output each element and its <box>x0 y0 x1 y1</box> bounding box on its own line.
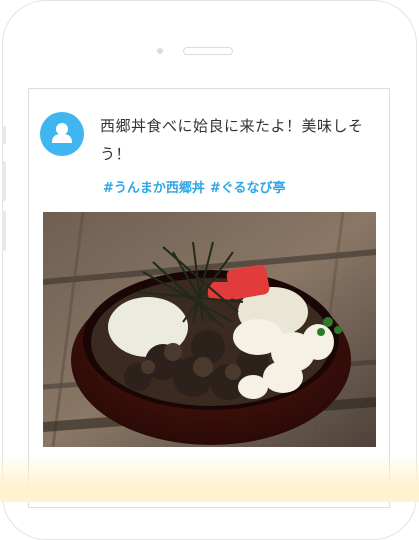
hashtag-link[interactable]: #ぐるなび亭 <box>210 181 286 196</box>
post-photo[interactable] <box>43 212 376 447</box>
hashtags: #うんまか西郷丼 #ぐるなび亭 <box>103 177 286 196</box>
bottom-fade <box>0 454 419 502</box>
user-avatar-icon[interactable] <box>40 112 84 156</box>
volume-up-button <box>2 161 6 201</box>
hashtag-link[interactable]: #うんまか西郷丼 <box>103 181 205 196</box>
mute-switch <box>2 126 6 144</box>
post-text: 西郷丼食べに姶良に来たよ！美味しそう！ <box>100 117 364 163</box>
front-camera-icon <box>157 48 163 54</box>
earpiece-speaker-icon <box>183 47 233 55</box>
volume-down-button <box>2 211 6 251</box>
